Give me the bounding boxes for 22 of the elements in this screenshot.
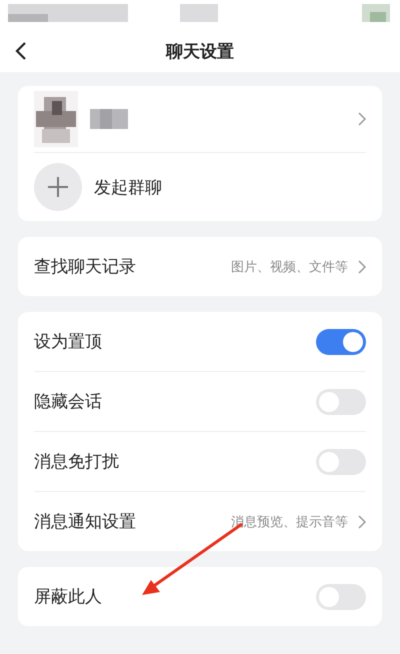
toggle-switch[interactable] bbox=[316, 448, 366, 474]
chevron-icon bbox=[358, 260, 366, 274]
group-chat-label: 发起群聊 bbox=[94, 176, 162, 198]
row-label: 消息免打扰 bbox=[34, 451, 119, 473]
settings-row[interactable]: 消息免打扰 bbox=[34, 431, 366, 491]
settings-row[interactable]: 设为置顶 bbox=[34, 312, 366, 371]
row-label: 设为置顶 bbox=[34, 331, 102, 353]
add-icon bbox=[34, 163, 82, 211]
row-label: 查找聊天记录 bbox=[34, 256, 136, 278]
row-detail: 图片、视频、文件等 bbox=[231, 258, 348, 276]
settings-row[interactable]: 隐藏会话 bbox=[34, 371, 366, 431]
chevron-icon bbox=[358, 112, 366, 126]
toggle-switch[interactable] bbox=[316, 328, 366, 354]
screen-title: 聊天设置 bbox=[166, 40, 234, 62]
row-label: 消息通知设置 bbox=[34, 511, 136, 533]
group-chat-row[interactable]: 发起群聊 bbox=[34, 153, 366, 221]
chevron-icon bbox=[358, 514, 366, 528]
row-label: 屏蔽此人 bbox=[34, 586, 102, 608]
toggle-switch[interactable] bbox=[316, 388, 366, 414]
row-label: 隐藏会话 bbox=[34, 391, 102, 413]
pixelated-name-drawing bbox=[90, 109, 128, 129]
toggle-switch[interactable] bbox=[316, 584, 366, 610]
